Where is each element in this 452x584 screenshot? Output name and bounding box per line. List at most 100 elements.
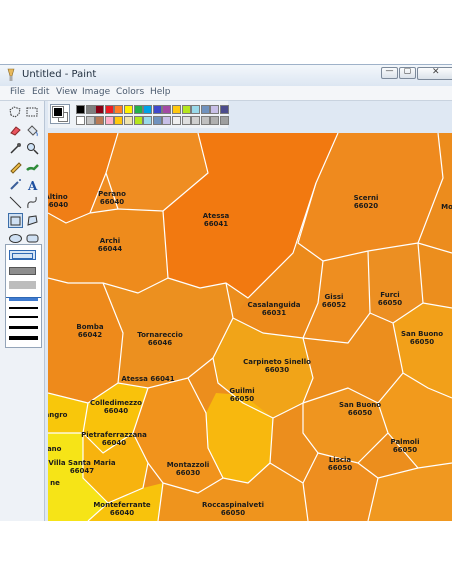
color-palette [48, 101, 229, 128]
close-icon: ✕ [432, 67, 440, 77]
airbrush-tool[interactable] [8, 177, 23, 192]
palette-swatch[interactable] [162, 116, 172, 125]
palette-swatch[interactable] [200, 116, 210, 125]
menu-colors[interactable]: Colors [116, 87, 144, 97]
label-code: 66044 [97, 245, 123, 253]
menu-image[interactable]: Image [82, 87, 110, 97]
label-name: Altino [48, 193, 68, 201]
palette-swatch[interactable] [200, 105, 210, 114]
palette-swatch[interactable] [143, 105, 153, 114]
close-button[interactable]: ✕ [417, 67, 452, 80]
text-tool[interactable]: A [25, 177, 40, 192]
line-tool[interactable] [8, 195, 23, 210]
map-label-partial-angro: angro [48, 411, 68, 419]
map-label-casalanguida: Casalanguida 66031 [248, 301, 301, 317]
label-name: San Buono [400, 330, 444, 338]
palette-swatch[interactable] [95, 116, 105, 125]
map-label-atessa: Atessa 66041 [203, 212, 230, 228]
menu-bar: File Edit View Image Colors Help [0, 86, 452, 101]
map-label-colledimezzo: Colledimezzo 66040 [90, 399, 142, 415]
palette-swatch[interactable] [172, 116, 181, 125]
palette-swatch[interactable] [114, 116, 124, 125]
label-code: 66040 [99, 198, 125, 206]
palette-swatch[interactable] [181, 105, 191, 114]
palette-swatch[interactable] [104, 105, 114, 114]
palette-swatch[interactable] [220, 116, 229, 125]
fill-style-outline[interactable] [9, 250, 36, 260]
minimize-button[interactable]: — [381, 66, 398, 79]
line-width-5[interactable] [9, 336, 38, 340]
polygon-icon [27, 215, 38, 226]
map-label-villa-santa-maria: Villa Santa Maria 66047 [48, 459, 115, 475]
select-icon [26, 107, 38, 117]
palette-swatch[interactable] [85, 105, 95, 114]
palette-swatch[interactable] [76, 116, 85, 125]
map-label-atessa-partial: Atessa 66041 [121, 375, 175, 383]
map-label-bomba: Bomba 66042 [76, 323, 103, 339]
map-label-tornareccio: Tornareccio 66046 [137, 331, 183, 347]
palette-swatch[interactable] [181, 116, 191, 125]
drawing-canvas[interactable]: Altino66040 Perano66040 Atessa66041 Scer… [48, 133, 452, 521]
text-a-icon: A [27, 179, 38, 192]
palette-swatch[interactable] [133, 105, 143, 114]
polygon-tool[interactable] [25, 213, 40, 228]
fill-with-color-tool[interactable] [25, 123, 40, 138]
maximize-button[interactable]: ▢ [399, 66, 416, 79]
palette-swatch[interactable] [76, 105, 85, 114]
label-name: Montazzoli [166, 461, 210, 469]
palette-swatch[interactable] [133, 116, 143, 125]
label-code: 66050 [327, 464, 353, 472]
palette-swatch[interactable] [124, 116, 133, 125]
brush-tool[interactable] [25, 159, 40, 174]
palette-swatch[interactable] [220, 105, 229, 114]
eraser-tool[interactable] [8, 123, 23, 138]
menu-file[interactable]: File [10, 87, 25, 97]
maximize-icon: ▢ [403, 66, 412, 75]
menu-edit[interactable]: Edit [32, 87, 49, 97]
curve-tool[interactable] [25, 195, 40, 210]
palette-swatch[interactable] [114, 105, 124, 114]
palette-swatch[interactable] [124, 105, 133, 114]
line-width-1[interactable] [9, 298, 38, 301]
label-code: 66050 [347, 409, 373, 417]
primary-color-swatch[interactable] [52, 106, 64, 118]
fill-style-outline-fill[interactable] [9, 267, 36, 275]
eraser-icon [10, 126, 21, 136]
label-code: 66047 [69, 467, 95, 475]
palette-swatch[interactable] [104, 116, 114, 125]
palette-swatch[interactable] [85, 116, 95, 125]
palette-swatch[interactable] [95, 105, 105, 114]
line-width-3[interactable] [9, 316, 38, 318]
palette-swatch[interactable] [152, 116, 162, 125]
label-code: 66020 [353, 202, 379, 210]
label-code: 66030 [264, 366, 290, 374]
free-form-select-tool[interactable] [8, 105, 23, 120]
paint-window: Untitled - Paint — ▢ ✕ File Edit View Im… [0, 64, 452, 521]
title-bar[interactable]: Untitled - Paint — ▢ ✕ [0, 65, 452, 86]
palette-swatch[interactable] [162, 105, 172, 114]
map-label-carpineto-sinello: Carpineto Sinello 66030 [243, 358, 311, 374]
label-code: 66050 [409, 338, 435, 346]
palette-swatch[interactable] [143, 116, 153, 125]
select-tool[interactable] [25, 105, 40, 120]
pencil-tool[interactable] [8, 159, 23, 174]
line-width-2[interactable] [9, 307, 38, 309]
fill-style-solid[interactable] [9, 281, 36, 289]
rectangle-tool[interactable] [8, 213, 23, 228]
menu-view[interactable]: View [56, 87, 77, 97]
label-code: 66050 [229, 395, 255, 403]
line-width-4[interactable] [9, 326, 38, 329]
pick-color-tool[interactable] [8, 141, 23, 156]
label-name: Monteferrante [93, 501, 151, 509]
palette-swatch[interactable] [191, 116, 201, 125]
label-name: Archi [99, 237, 121, 245]
fill-bucket-icon [27, 125, 38, 137]
palette-swatch[interactable] [210, 105, 220, 114]
palette-swatch[interactable] [210, 116, 220, 125]
magnifier-tool[interactable] [25, 141, 40, 156]
menu-help[interactable]: Help [150, 87, 171, 97]
palette-swatch[interactable] [191, 105, 201, 114]
palette-swatch[interactable] [172, 105, 181, 114]
palette-swatch[interactable] [152, 105, 162, 114]
label-name: Furci [380, 291, 400, 299]
